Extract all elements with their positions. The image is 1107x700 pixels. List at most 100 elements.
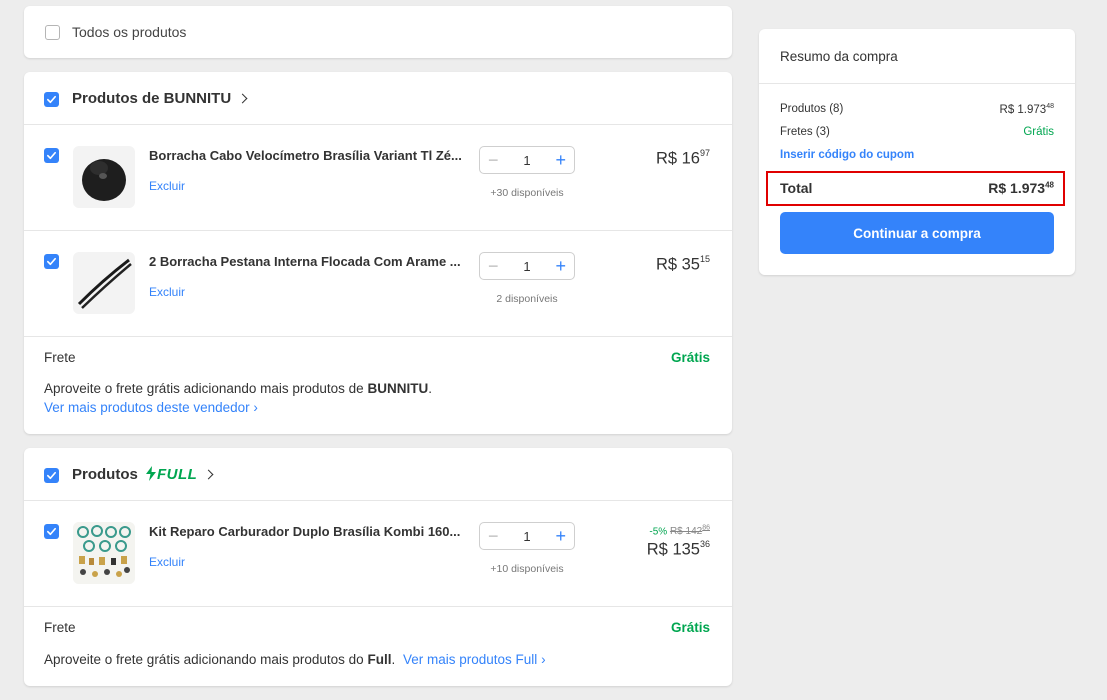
total-value: R$ 1.97348 xyxy=(988,180,1054,196)
item-checkbox[interactable] xyxy=(44,148,59,163)
plus-icon[interactable]: + xyxy=(555,526,566,547)
chevron-right-icon xyxy=(237,93,248,104)
continue-purchase-label: Continuar a compra xyxy=(853,225,981,241)
promo-text: Aproveite o frete grátis adicionando mai… xyxy=(44,652,368,667)
old-price-cents: 86 xyxy=(702,525,710,532)
quantity-stepper: − 1 + xyxy=(479,146,575,174)
products-total-cents: 48 xyxy=(1046,103,1054,110)
discount-badge: -5% xyxy=(649,526,668,538)
price-cents: 36 xyxy=(699,539,710,549)
promo-seller: BUNNITU xyxy=(367,381,429,396)
chevron-right-icon xyxy=(203,469,214,480)
product-title[interactable]: Kit Reparo Carburador Duplo Brasília Kom… xyxy=(149,524,460,539)
price-integer: R$ 35 xyxy=(655,255,700,274)
product-image[interactable] xyxy=(73,522,135,584)
quantity-stepper: − 1 + xyxy=(479,522,575,550)
divider xyxy=(24,500,732,501)
promo-text: Aproveite o frete grátis adicionando mai… xyxy=(44,381,368,396)
check-icon xyxy=(47,151,56,160)
remove-link[interactable]: Excluir xyxy=(149,179,185,193)
minus-icon[interactable]: − xyxy=(488,150,499,171)
seller-group-checkbox[interactable] xyxy=(44,92,59,107)
availability-text: +30 disponíveis xyxy=(490,187,564,199)
remove-link[interactable]: Excluir xyxy=(149,555,185,569)
full-group-card: Produtos FULL Kit Reparo Carburador Dupl… xyxy=(24,448,732,686)
check-icon xyxy=(47,471,56,480)
product-title[interactable]: Borracha Cabo Velocímetro Brasília Varia… xyxy=(149,148,462,163)
divider xyxy=(24,124,732,125)
full-group-title-text: Produtos xyxy=(72,466,138,483)
old-price-integer: R$ 142 xyxy=(669,526,703,538)
free-shipping-promo: Aproveite o frete grátis adicionando mai… xyxy=(44,652,546,667)
old-price-value: R$ 14286 xyxy=(669,525,710,538)
check-icon xyxy=(47,527,56,536)
more-products-text: Ver mais produtos deste vendedor xyxy=(44,400,250,415)
select-all-card: Todos os produtos xyxy=(24,6,732,58)
item-price: R$ 13536 xyxy=(646,539,710,560)
quantity-value[interactable]: 1 xyxy=(523,259,530,274)
price-integer: R$ 135 xyxy=(646,540,700,559)
shipping-value: Grátis xyxy=(670,350,710,365)
full-badge: FULL xyxy=(157,466,198,483)
minus-icon[interactable]: − xyxy=(488,526,499,547)
seller-group-title[interactable]: Produtos de BUNNITU xyxy=(72,90,248,107)
old-price: -5% R$ 14286 xyxy=(649,525,710,537)
price-cents: 15 xyxy=(699,254,710,264)
product-title[interactable]: 2 Borracha Pestana Interna Flocada Com A… xyxy=(149,254,461,269)
products-total-integer: R$ 1.973 xyxy=(999,103,1047,116)
lightning-icon xyxy=(146,466,157,481)
check-icon xyxy=(47,95,56,104)
price-integer: R$ 16 xyxy=(655,149,700,168)
promo-suffix: . xyxy=(428,381,432,396)
item-checkbox[interactable] xyxy=(44,524,59,539)
plus-icon[interactable]: + xyxy=(555,256,566,277)
quantity-value[interactable]: 1 xyxy=(523,529,530,544)
more-full-products-link[interactable]: Ver mais produtos Full › xyxy=(403,652,546,667)
item-price: R$ 1697 xyxy=(655,148,710,169)
item-checkbox[interactable] xyxy=(44,254,59,269)
item-price: R$ 3515 xyxy=(655,254,710,275)
chevron-right-icon: › xyxy=(541,652,546,667)
availability-text: +10 disponíveis xyxy=(490,563,564,575)
divider xyxy=(759,83,1075,84)
product-image[interactable] xyxy=(73,252,135,314)
plus-icon[interactable]: + xyxy=(555,150,566,171)
more-full-products-text: Ver mais produtos Full xyxy=(402,652,538,667)
availability-text: 2 disponíveis xyxy=(496,293,558,305)
coupon-link[interactable]: Inserir código do cupom xyxy=(780,149,914,161)
full-group-title[interactable]: Produtos FULL xyxy=(72,466,214,483)
products-total: R$ 1.97348 xyxy=(1000,103,1054,116)
product-image[interactable] xyxy=(73,146,135,208)
divider xyxy=(24,606,732,607)
total-value-integer: R$ 1.973 xyxy=(988,180,1046,196)
products-count-label: Produtos (8) xyxy=(780,103,844,115)
total-value-cents: 48 xyxy=(1045,180,1054,190)
select-all-checkbox[interactable] xyxy=(45,25,60,40)
chevron-right-icon: › xyxy=(253,400,258,415)
shipping-label: Frete xyxy=(44,350,76,365)
divider xyxy=(24,230,732,231)
purchase-summary-card: Resumo da compra Produtos (8) R$ 1.97348… xyxy=(759,29,1075,275)
seller-group-title-text: Produtos de BUNNITU xyxy=(72,90,232,107)
full-group-checkbox[interactable] xyxy=(44,468,59,483)
summary-title: Resumo da compra xyxy=(780,49,898,64)
continue-purchase-button[interactable]: Continuar a compra xyxy=(780,212,1054,254)
price-cents: 97 xyxy=(699,148,710,158)
shipping-count-label: Fretes (3) xyxy=(780,126,830,138)
promo-suffix: . xyxy=(391,652,396,667)
check-icon xyxy=(47,257,56,266)
total-label: Total xyxy=(780,180,813,196)
shipping-summary-value: Grátis xyxy=(1023,126,1054,138)
free-shipping-promo: Aproveite o frete grátis adicionando mai… xyxy=(44,381,432,396)
quantity-value[interactable]: 1 xyxy=(523,153,530,168)
shipping-value: Grátis xyxy=(670,620,710,635)
remove-link[interactable]: Excluir xyxy=(149,285,185,299)
seller-group-card: Produtos de BUNNITU Borracha Cabo Velocí… xyxy=(24,72,732,434)
minus-icon[interactable]: − xyxy=(488,256,499,277)
select-all-label: Todos os produtos xyxy=(72,24,187,40)
shipping-label: Frete xyxy=(44,620,76,635)
promo-brand: Full xyxy=(367,652,392,667)
more-products-link[interactable]: Ver mais produtos deste vendedor › xyxy=(44,400,258,415)
quantity-stepper: − 1 + xyxy=(479,252,575,280)
divider xyxy=(24,336,732,337)
